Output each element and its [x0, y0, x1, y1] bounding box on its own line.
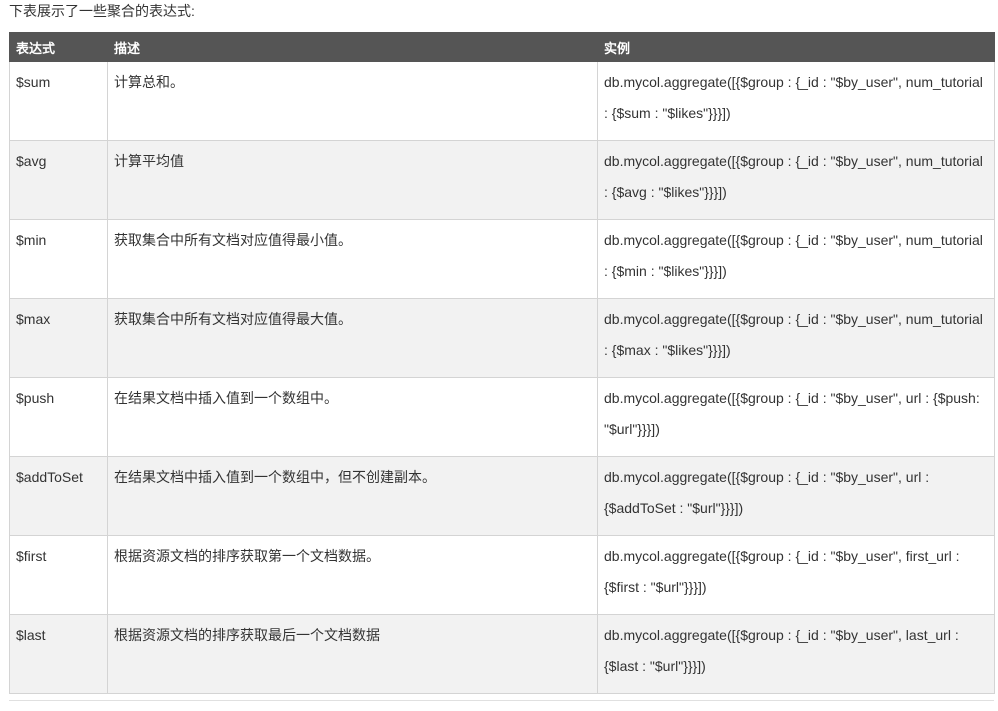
cell-description: 根据资源文档的排序获取最后一个文档数据 — [107, 614, 598, 694]
aggregation-expressions-table: 表达式 描述 实例 $sum 计算总和。 db.mycol.aggregate(… — [9, 32, 995, 694]
cell-example: db.mycol.aggregate([{$group : {_id : "$b… — [597, 456, 995, 536]
cell-example: db.mycol.aggregate([{$group : {_id : "$b… — [597, 219, 995, 299]
table-row: $push 在结果文档中插入值到一个数组中。 db.mycol.aggregat… — [9, 377, 995, 457]
cell-expression: $last — [9, 614, 108, 694]
table-row: $avg 计算平均值 db.mycol.aggregate([{$group :… — [9, 140, 995, 220]
cell-expression: $max — [9, 298, 108, 378]
table-body: $sum 计算总和。 db.mycol.aggregate([{$group :… — [9, 61, 995, 694]
aggregation-expressions-table-container: 表达式 描述 实例 $sum 计算总和。 db.mycol.aggregate(… — [9, 32, 995, 694]
cell-description: 计算平均值 — [107, 140, 598, 220]
cell-expression: $first — [9, 535, 108, 615]
table-row: $max 获取集合中所有文档对应值得最大值。 db.mycol.aggregat… — [9, 298, 995, 378]
table-row: $first 根据资源文档的排序获取第一个文档数据。 db.mycol.aggr… — [9, 535, 995, 615]
intro-text: 下表展示了一些聚合的表达式: — [9, 3, 195, 19]
cell-expression: $sum — [9, 61, 108, 141]
cell-description: 根据资源文档的排序获取第一个文档数据。 — [107, 535, 598, 615]
cell-description: 获取集合中所有文档对应值得最大值。 — [107, 298, 598, 378]
table-header: 表达式 描述 实例 — [9, 32, 995, 62]
header-expression: 表达式 — [9, 32, 108, 62]
table-header-row: 表达式 描述 实例 — [9, 32, 995, 62]
cell-description: 在结果文档中插入值到一个数组中，但不创建副本。 — [107, 456, 598, 536]
table-row: $sum 计算总和。 db.mycol.aggregate([{$group :… — [9, 61, 995, 141]
cell-expression: $min — [9, 219, 108, 299]
cell-description: 计算总和。 — [107, 61, 598, 141]
header-example: 实例 — [597, 32, 995, 62]
cell-example: db.mycol.aggregate([{$group : {_id : "$b… — [597, 61, 995, 141]
cell-expression: $avg — [9, 140, 108, 220]
cell-example: db.mycol.aggregate([{$group : {_id : "$b… — [597, 140, 995, 220]
table-row: $min 获取集合中所有文档对应值得最小值。 db.mycol.aggregat… — [9, 219, 995, 299]
cell-example: db.mycol.aggregate([{$group : {_id : "$b… — [597, 614, 995, 694]
table-row: $last 根据资源文档的排序获取最后一个文档数据 db.mycol.aggre… — [9, 614, 995, 694]
table-row: $addToSet 在结果文档中插入值到一个数组中，但不创建副本。 db.myc… — [9, 456, 995, 536]
cell-example: db.mycol.aggregate([{$group : {_id : "$b… — [597, 535, 995, 615]
bottom-divider — [9, 700, 994, 701]
cell-example: db.mycol.aggregate([{$group : {_id : "$b… — [597, 298, 995, 378]
header-description: 描述 — [107, 32, 598, 62]
cell-expression: $push — [9, 377, 108, 457]
cell-expression: $addToSet — [9, 456, 108, 536]
cell-description: 获取集合中所有文档对应值得最小值。 — [107, 219, 598, 299]
cell-description: 在结果文档中插入值到一个数组中。 — [107, 377, 598, 457]
cell-example: db.mycol.aggregate([{$group : {_id : "$b… — [597, 377, 995, 457]
